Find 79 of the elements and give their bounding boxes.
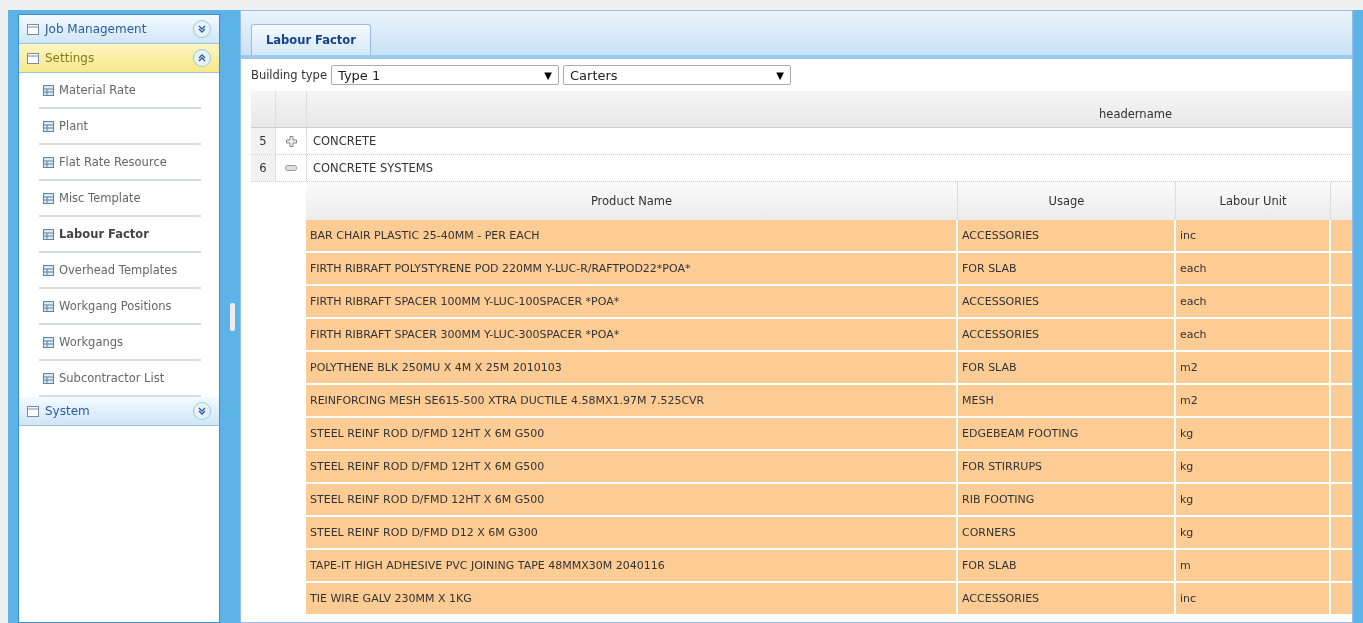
grid-icon bbox=[43, 228, 54, 240]
expand-icon[interactable] bbox=[193, 402, 211, 420]
table-cell: FOR SLAB bbox=[958, 550, 1176, 581]
table-cell: kg bbox=[1176, 484, 1331, 515]
table-cell: STEEL REINF ROD D/FMD 12HT X 6M G500 bbox=[306, 418, 958, 449]
grid-icon bbox=[43, 192, 54, 204]
table-cell: each bbox=[1176, 286, 1331, 317]
section-title: Settings bbox=[45, 51, 96, 65]
grid-icon bbox=[43, 84, 54, 96]
grid-icon bbox=[43, 264, 54, 276]
grid-icon bbox=[43, 372, 54, 384]
collapse-icon[interactable] bbox=[193, 49, 211, 67]
table-cell: inc bbox=[1176, 583, 1331, 614]
table-cell: TAPE-IT HIGH ADHESIVE PVC JOINING TAPE 48MMX30M 2040116 bbox=[306, 550, 958, 581]
group-name: CONCRETE bbox=[312, 133, 378, 150]
row-number: 6 bbox=[251, 155, 276, 181]
nav-item[interactable]: Workgang Positions bbox=[39, 289, 201, 325]
table-cell: FOR STIRRUPS bbox=[958, 451, 1176, 482]
table-cell: ACCESSORIES bbox=[958, 319, 1176, 350]
table-cell: each bbox=[1176, 319, 1331, 350]
table-cell: FIRTH RIBRAFT POLYSTYRENE POD 220MM Y-LUC-R/RAFTPOD22*POA* bbox=[306, 253, 958, 284]
table-cell: m2 bbox=[1176, 385, 1331, 416]
plus-icon[interactable] bbox=[285, 135, 297, 147]
table-cell: m2 bbox=[1176, 352, 1331, 383]
table-cell: POLYTHENE BLK 250MU X 4M X 25M 2010103 bbox=[306, 352, 958, 383]
table-cell: FIRTH RIBRAFT SPACER 100MM Y-LUC-100SPACER *POA* bbox=[306, 286, 958, 317]
table-cell: ACCESSORIES bbox=[958, 583, 1176, 614]
section-header[interactable]: System bbox=[19, 397, 219, 426]
section-header[interactable]: Job Management bbox=[19, 15, 219, 44]
section-header[interactable]: Settings bbox=[19, 44, 219, 73]
grid-icon bbox=[43, 300, 54, 312]
table-cell: FOR SLAB bbox=[958, 352, 1176, 383]
table-cell: STEEL REINF ROD D/FMD D12 X 6M G300 bbox=[306, 517, 958, 548]
table-cell: kg bbox=[1176, 418, 1331, 449]
table-cell: RIB FOOTING bbox=[958, 484, 1176, 515]
nav-item[interactable]: Labour Factor bbox=[39, 217, 201, 253]
grid-icon bbox=[43, 156, 54, 168]
table-cell: FIRTH RIBRAFT SPACER 300MM Y-LUC-300SPACER *POA* bbox=[306, 319, 958, 350]
table-cell: MESH bbox=[958, 385, 1176, 416]
field-label: Building type bbox=[251, 68, 327, 82]
dropdown-arrow: ▼ bbox=[776, 69, 784, 81]
table-cell: m bbox=[1176, 550, 1331, 581]
panel-icon bbox=[27, 23, 39, 35]
table-cell: CORNERS bbox=[958, 517, 1176, 548]
table-cell: STEEL REINF ROD D/FMD 12HT X 6M G500 bbox=[306, 484, 958, 515]
table-cell: BAR CHAIR PLASTIC 25-40MM - PER EACH bbox=[306, 220, 958, 251]
collapse-handle[interactable] bbox=[230, 302, 235, 331]
row-number: 5 bbox=[251, 128, 276, 154]
group-name: CONCRETE SYSTEMS bbox=[312, 160, 435, 177]
grid-icon bbox=[43, 120, 54, 132]
minus-icon[interactable] bbox=[285, 165, 297, 171]
nav-item[interactable]: Flat Rate Resource bbox=[39, 145, 201, 181]
table-cell: FOR SLAB bbox=[958, 253, 1176, 284]
table-cell: kg bbox=[1176, 451, 1331, 482]
nav-item[interactable]: Overhead Templates bbox=[39, 253, 201, 289]
panel-icon bbox=[27, 405, 39, 417]
table-cell: ACCESSORIES bbox=[958, 286, 1176, 317]
column-header: headername bbox=[1098, 106, 1173, 123]
table-cell: each bbox=[1176, 253, 1331, 284]
table-cell: TIE WIRE GALV 230MM X 1KG bbox=[306, 583, 958, 614]
table-cell: kg bbox=[1176, 517, 1331, 548]
nav-item[interactable]: Plant bbox=[39, 109, 201, 145]
table-cell: REINFORCING MESH SE615-500 XTRA DUCTILE 4.58MX1.97M 7.525CVR bbox=[306, 385, 958, 416]
tab[interactable]: Labour Factor bbox=[251, 24, 371, 55]
dropdown-arrow: ▼ bbox=[544, 69, 552, 81]
select-field[interactable]: Carters ▼ bbox=[563, 65, 791, 85]
expand-icon[interactable] bbox=[193, 20, 211, 38]
panel-icon bbox=[27, 52, 39, 64]
table-cell: STEEL REINF ROD D/FMD 12HT X 6M G500 bbox=[306, 451, 958, 482]
nav-item[interactable]: Material Rate bbox=[39, 73, 201, 109]
table-cell: ACCESSORIES bbox=[958, 220, 1176, 251]
section-title: Job Management bbox=[45, 22, 148, 36]
select-field[interactable]: Type 1 ▼ bbox=[331, 65, 559, 85]
grid-icon bbox=[43, 336, 54, 348]
nav-item[interactable]: Workgangs bbox=[39, 325, 201, 361]
section-title: System bbox=[45, 404, 91, 418]
table-cell: inc bbox=[1176, 220, 1331, 251]
table-cell: EDGEBEAM FOOTING bbox=[958, 418, 1176, 449]
nav-item[interactable]: Misc Template bbox=[39, 181, 201, 217]
